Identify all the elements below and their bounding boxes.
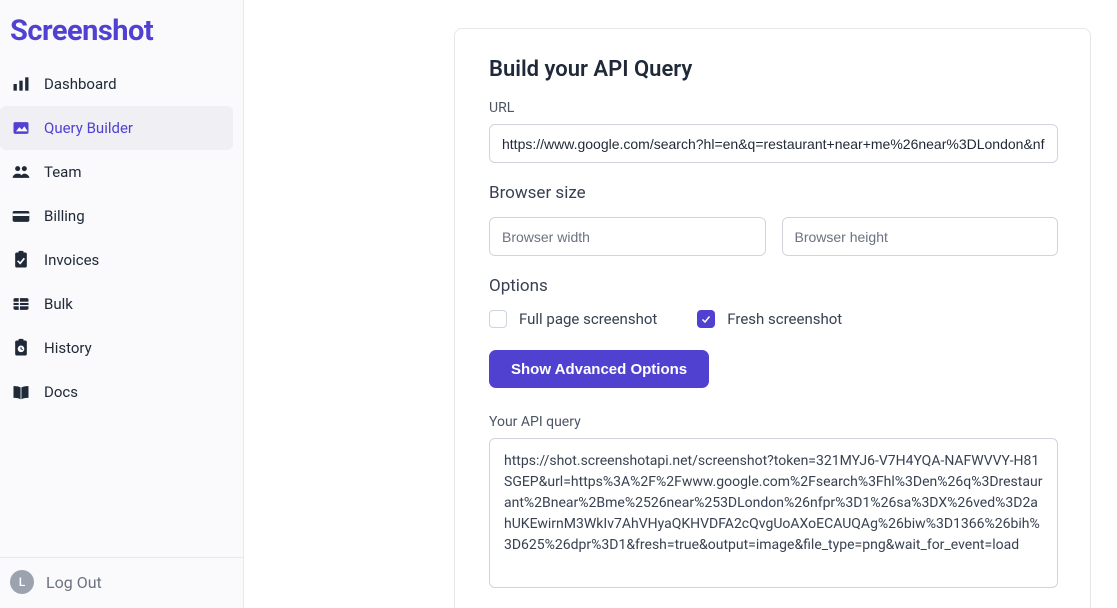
image-icon xyxy=(10,118,32,138)
clipboard-clock-icon xyxy=(10,338,32,358)
sidebar-item-invoices[interactable]: Invoices xyxy=(0,238,233,282)
brand-logo: Screenshot xyxy=(0,0,243,56)
sidebar-item-history[interactable]: History xyxy=(0,326,233,370)
clipboard-check-icon xyxy=(10,250,32,270)
api-query-output[interactable]: https://shot.screenshotapi.net/screensho… xyxy=(489,438,1058,588)
sidebar-item-team[interactable]: Team xyxy=(0,150,233,194)
browser-width-input[interactable] xyxy=(489,217,766,256)
sidebar-item-label: Docs xyxy=(44,383,78,401)
fullpage-label: Full page screenshot xyxy=(519,310,657,328)
url-input[interactable] xyxy=(489,124,1058,163)
sidebar-item-label: Query Builder xyxy=(44,119,133,137)
sidebar-item-label: History xyxy=(44,339,92,357)
logout-link[interactable]: Log Out xyxy=(46,573,102,592)
url-field: URL xyxy=(489,100,1058,163)
sidebar-item-label: Billing xyxy=(44,207,85,225)
options-row: Full page screenshot Fresh screenshot xyxy=(489,310,1058,328)
sidebar-footer: L Log Out xyxy=(0,557,243,608)
options-label: Options xyxy=(489,276,1058,296)
fresh-checkbox[interactable] xyxy=(697,310,715,328)
api-query-label: Your API query xyxy=(489,414,1058,430)
sidebar-nav: Dashboard Query Builder Team Billing Inv… xyxy=(0,56,243,557)
sidebar: Screenshot Dashboard Query Builder Team … xyxy=(0,0,244,608)
sidebar-item-docs[interactable]: Docs xyxy=(0,370,233,414)
browser-height-input[interactable] xyxy=(782,217,1059,256)
show-advanced-button[interactable]: Show Advanced Options xyxy=(489,350,709,388)
card-icon xyxy=(10,206,32,226)
fullpage-checkbox[interactable] xyxy=(489,310,507,328)
grid-icon xyxy=(10,294,32,314)
sidebar-item-label: Team xyxy=(44,163,82,181)
sidebar-item-bulk[interactable]: Bulk xyxy=(0,282,233,326)
sidebar-item-label: Invoices xyxy=(44,251,99,269)
users-icon xyxy=(10,162,32,182)
book-icon xyxy=(10,382,32,402)
chart-bar-icon xyxy=(10,74,32,94)
url-label: URL xyxy=(489,100,1058,116)
main-content: Build your API Query URL Browser size Op… xyxy=(244,0,1117,608)
sidebar-item-billing[interactable]: Billing xyxy=(0,194,233,238)
sidebar-item-query-builder[interactable]: Query Builder xyxy=(0,106,233,150)
avatar: L xyxy=(10,570,34,594)
sidebar-item-label: Dashboard xyxy=(44,75,117,93)
sidebar-item-label: Bulk xyxy=(44,295,73,313)
fresh-label: Fresh screenshot xyxy=(727,310,842,328)
sidebar-item-dashboard[interactable]: Dashboard xyxy=(0,62,233,106)
page-title: Build your API Query xyxy=(489,57,1058,82)
fullpage-option[interactable]: Full page screenshot xyxy=(489,310,657,328)
browser-size-label: Browser size xyxy=(489,183,1058,203)
fresh-option[interactable]: Fresh screenshot xyxy=(697,310,842,328)
query-builder-card: Build your API Query URL Browser size Op… xyxy=(454,28,1091,608)
browser-size-field: Browser size xyxy=(489,183,1058,256)
